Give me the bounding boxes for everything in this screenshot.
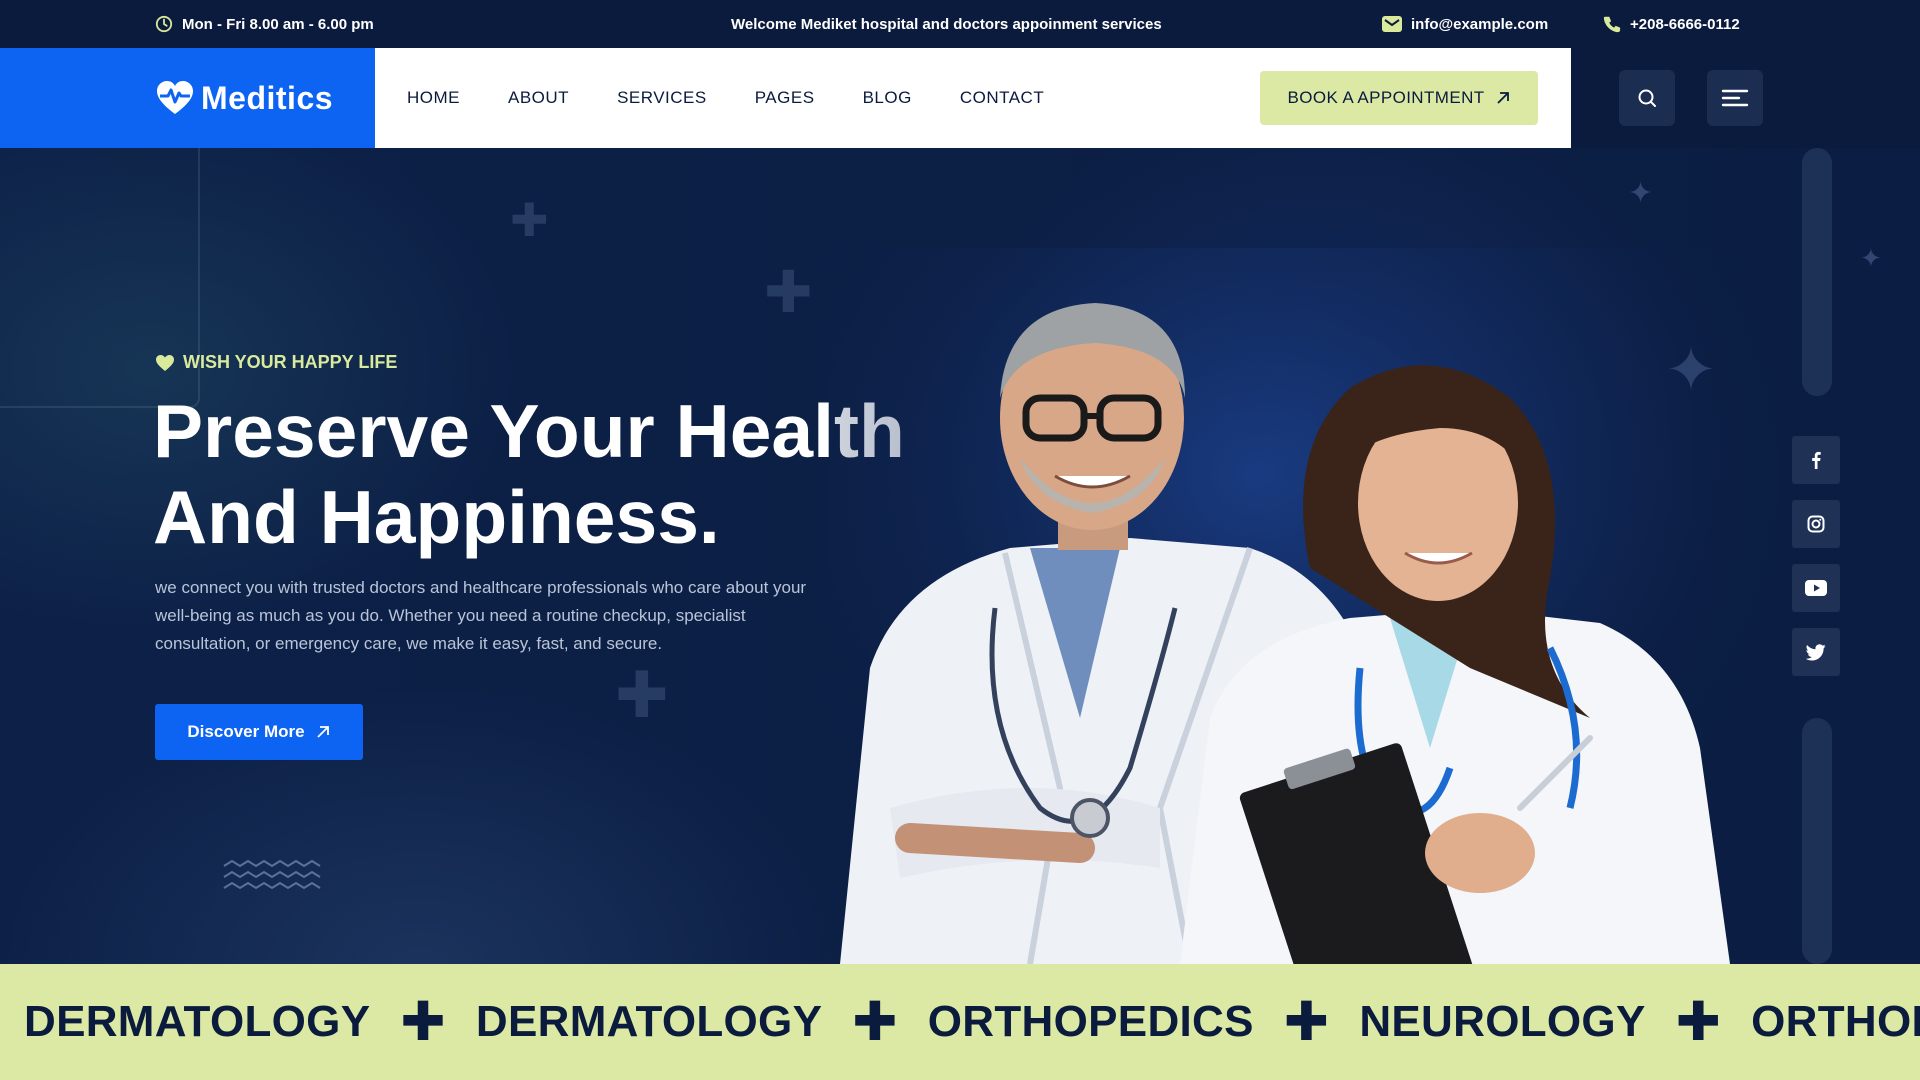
twitter-link[interactable] xyxy=(1792,628,1840,676)
search-icon xyxy=(1638,89,1656,107)
arrow-up-right-icon xyxy=(316,726,329,738)
nav-pages[interactable]: PAGES xyxy=(755,88,815,108)
youtube-link[interactable] xyxy=(1792,564,1840,612)
nav-blog[interactable]: BLOG xyxy=(863,88,912,108)
sparkle-decoration: ✦ xyxy=(1860,243,1882,273)
opening-hours-text: Mon - Fri 8.00 am - 6.00 pm xyxy=(182,15,374,33)
main-nav: HOME ABOUT SERVICES PAGES BLOG CONTACT xyxy=(407,48,1092,148)
discover-more-label: Discover More xyxy=(187,722,305,741)
marquee-item: NEUROLOGY ✚ xyxy=(1359,995,1751,1049)
welcome-message: Welcome Mediket hospital and doctors app… xyxy=(731,0,1162,48)
hero-headline: Preserve Your Health And Happiness. xyxy=(153,388,913,560)
marquee-item: DERMATOLOGY ✚ xyxy=(476,995,928,1049)
phone-text: +208-6666-0112 xyxy=(1630,15,1740,33)
hero-eyebrow: WISH YOUR HAPPY LIFE xyxy=(155,352,397,373)
wave-decoration xyxy=(223,860,321,890)
instagram-link[interactable] xyxy=(1792,500,1840,548)
arrow-up-right-icon xyxy=(1496,92,1509,104)
marquee-item: ORTHOPEDICS ✚ xyxy=(928,995,1360,1049)
hero-description: we connect you with trusted doctors and … xyxy=(155,578,807,653)
facebook-link[interactable] xyxy=(1792,436,1840,484)
main-navigation-bar: HOME ABOUT SERVICES PAGES BLOG CONTACT B… xyxy=(375,48,1571,148)
marquee-item-label: ORTHOPEDICS xyxy=(1751,997,1920,1046)
phone-icon xyxy=(1603,16,1621,33)
clock-icon xyxy=(155,15,173,33)
top-info-bar: Mon - Fri 8.00 am - 6.00 pm Welcome Medi… xyxy=(0,0,1920,48)
sparkle-decoration: ✦ xyxy=(1628,177,1654,210)
mail-icon xyxy=(1382,16,1402,32)
decorative-rail-bottom xyxy=(1802,718,1832,964)
doctors-image xyxy=(830,248,1780,964)
facebook-icon xyxy=(1812,451,1821,469)
nav-about[interactable]: ABOUT xyxy=(508,88,569,108)
heart-pulse-icon xyxy=(157,81,193,114)
twitter-icon xyxy=(1806,643,1826,660)
plus-decoration: ✚ xyxy=(510,194,549,246)
plus-icon: ✚ xyxy=(1283,992,1330,1052)
book-appointment-label: BOOK A APPOINTMENT xyxy=(1287,88,1485,107)
heart-icon xyxy=(156,354,174,371)
welcome-text: Welcome Mediket hospital and doctors app… xyxy=(731,15,1162,33)
decorative-rail-top xyxy=(1802,148,1832,396)
plus-decoration: ✚ xyxy=(764,260,813,325)
youtube-icon xyxy=(1805,580,1827,596)
email-link[interactable]: info@example.com xyxy=(1382,0,1548,48)
plus-decoration: ✚ xyxy=(615,659,669,731)
nav-home[interactable]: HOME xyxy=(407,88,460,108)
search-button[interactable] xyxy=(1619,70,1675,126)
phone-link[interactable]: +208-6666-0112 xyxy=(1603,0,1740,48)
logo-text: Meditics xyxy=(201,79,334,116)
plus-icon: ✚ xyxy=(400,992,446,1052)
nav-services[interactable]: SERVICES xyxy=(617,88,707,108)
plus-icon: ✚ xyxy=(852,992,898,1052)
nav-contact[interactable]: CONTACT xyxy=(960,88,1044,108)
hamburger-menu-icon xyxy=(1721,89,1749,107)
marquee-item: DERMATOLOGY ✚ xyxy=(24,995,476,1049)
specialties-marquee: DERMATOLOGY ✚ DERMATOLOGY ✚ ORTHOPEDICS ✚ N… xyxy=(0,964,1920,1080)
hero-eyebrow-text: WISH YOUR HAPPY LIFE xyxy=(183,352,398,372)
logo[interactable]: Meditics xyxy=(0,48,375,148)
email-text: info@example.com xyxy=(1411,15,1549,33)
marquee-item-label: ORTHOPEDICS xyxy=(927,997,1254,1046)
hero-headline-line2: And Happiness. xyxy=(153,475,720,559)
book-appointment-button[interactable]: BOOK A APPOINTMENT xyxy=(1260,71,1538,125)
marquee-item-label: DERMATOLOGY xyxy=(24,997,371,1046)
marquee-item-label: DERMATOLOGY xyxy=(475,997,823,1046)
discover-more-button[interactable]: Discover More xyxy=(155,704,363,760)
marquee-item: ORTHOPEDICS✚ xyxy=(1751,995,1920,1049)
instagram-icon xyxy=(1807,515,1825,533)
marquee-track: DERMATOLOGY ✚ DERMATOLOGY ✚ ORTHOPEDICS ✚ N… xyxy=(24,964,1920,1080)
plus-icon: ✚ xyxy=(1675,992,1722,1052)
hero-section: ✚ ✚ ✚ ✦ ✦ ✦ WISH YOUR HAPPY LIFE Preserv… xyxy=(0,148,1920,964)
opening-hours: Mon - Fri 8.00 am - 6.00 pm xyxy=(155,0,374,48)
marquee-item-label: NEUROLOGY xyxy=(1359,997,1646,1046)
menu-button[interactable] xyxy=(1707,70,1763,126)
hero-headline-line1: Preserve Your Health xyxy=(153,389,905,473)
